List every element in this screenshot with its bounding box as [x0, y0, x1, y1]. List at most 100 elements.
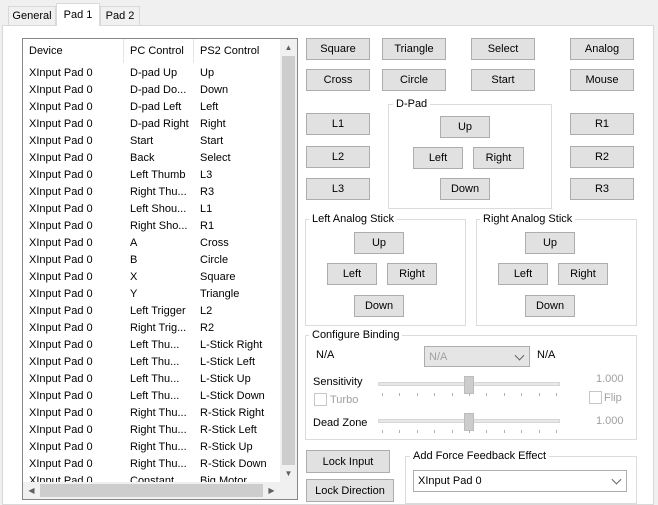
bindings-list[interactable]: Device PC Control PS2 Control XInput Pad… [22, 38, 298, 500]
mouse-button[interactable]: Mouse [570, 69, 634, 91]
list-item[interactable]: XInput Pad 0 Right Trig... R2 [23, 320, 278, 337]
lock-direction-button[interactable]: Lock Direction [306, 479, 394, 502]
cross-button[interactable]: Cross [306, 69, 370, 91]
sensitivity-slider[interactable] [464, 376, 474, 394]
pc-control-cell: Right Thu... [130, 186, 187, 198]
l2-button[interactable]: L2 [306, 146, 370, 168]
tab-general[interactable]: General [8, 6, 56, 25]
list-item[interactable]: XInput Pad 0 Left Thu... L-Stick Down [23, 388, 278, 405]
ps2-control-cell: L-Stick Left [200, 356, 256, 368]
select-button[interactable]: Select [471, 38, 535, 60]
ps2-control-cell: Left [200, 101, 219, 113]
pc-control-cell: Right Thu... [130, 441, 187, 453]
turbo-checkbox[interactable] [314, 393, 327, 406]
list-item[interactable]: XInput Pad 0 B Circle [23, 252, 278, 269]
triangle-button[interactable]: Triangle [382, 38, 446, 60]
list-item[interactable]: XInput Pad 0 Left Thu... L-Stick Left [23, 354, 278, 371]
deadzone-slider[interactable] [464, 413, 474, 431]
right-stick-up-button[interactable]: Up [525, 232, 575, 254]
flip-checkbox[interactable] [589, 391, 602, 404]
dpad-up-button[interactable]: Up [440, 116, 490, 138]
ps2-control-cell: Triangle [200, 288, 240, 300]
scroll-thumb[interactable] [282, 56, 295, 465]
left-stick-up-button[interactable]: Up [354, 232, 404, 254]
device-cell: XInput Pad 0 [29, 407, 93, 419]
list-item[interactable]: XInput Pad 0 Left Thu... L-Stick Right [23, 337, 278, 354]
device-cell: XInput Pad 0 [29, 373, 93, 385]
device-cell: XInput Pad 0 [29, 390, 93, 402]
list-item[interactable]: XInput Pad 0 Right Thu... R-Stick Up [23, 439, 278, 456]
list-item[interactable]: XInput Pad 0 Left Thu... L-Stick Up [23, 371, 278, 388]
horizontal-scrollbar[interactable]: ◀ ▶ [23, 482, 280, 499]
list-item[interactable]: XInput Pad 0 X Square [23, 269, 278, 286]
square-button[interactable]: Square [306, 38, 370, 60]
start-button[interactable]: Start [471, 69, 535, 91]
column-header-ps2-control[interactable]: PS2 Control [194, 39, 278, 63]
l3-button[interactable]: L3 [306, 178, 370, 200]
device-cell: XInput Pad 0 [29, 305, 93, 317]
left-stick-left-button[interactable]: Left [327, 263, 377, 285]
list-item[interactable]: XInput Pad 0 Right Thu... R3 [23, 184, 278, 201]
list-item[interactable]: XInput Pad 0 D-pad Do... Down [23, 82, 278, 99]
list-item[interactable]: XInput Pad 0 D-pad Left Left [23, 99, 278, 116]
dpad-down-button[interactable]: Down [440, 178, 490, 200]
slider-tick [486, 430, 488, 433]
scroll-corner [280, 482, 297, 499]
r3-button[interactable]: R3 [570, 178, 634, 200]
list-item[interactable]: XInput Pad 0 Right Sho... R1 [23, 218, 278, 235]
binding-combo[interactable]: N/A [424, 346, 530, 367]
right-stick-right-button[interactable]: Right [558, 263, 608, 285]
circle-button[interactable]: Circle [382, 69, 446, 91]
list-item[interactable]: XInput Pad 0 Left Shou... L1 [23, 201, 278, 218]
binding-combo-value: N/A [429, 350, 448, 363]
slider-tick [503, 393, 505, 396]
list-item[interactable]: XInput Pad 0 Back Select [23, 150, 278, 167]
tab-pad-1[interactable]: Pad 1 [56, 3, 100, 26]
pc-control-cell: D-pad Right [130, 118, 189, 130]
left-stick-right-button[interactable]: Right [387, 263, 437, 285]
list-item[interactable]: XInput Pad 0 D-pad Right Right [23, 116, 278, 133]
column-header-pc-control[interactable]: PC Control [124, 39, 194, 63]
list-item[interactable]: XInput Pad 0 Right Thu... R-Stick Down [23, 456, 278, 473]
analog-button[interactable]: Analog [570, 38, 634, 60]
list-item[interactable]: XInput Pad 0 Start Start [23, 133, 278, 150]
device-cell: XInput Pad 0 [29, 458, 93, 470]
lock-input-button[interactable]: Lock Input [306, 450, 390, 473]
slider-tick [556, 393, 557, 396]
list-item[interactable]: XInput Pad 0 Right Thu... R-Stick Left [23, 422, 278, 439]
pc-control-cell: Left Thu... [130, 373, 180, 385]
vertical-scrollbar[interactable]: ▲ ▼ [280, 39, 297, 482]
dpad-left-button[interactable]: Left [413, 147, 463, 169]
list-item[interactable]: XInput Pad 0 Left Trigger L2 [23, 303, 278, 320]
pc-control-cell: Right Thu... [130, 407, 187, 419]
list-item[interactable]: XInput Pad 0 A Cross [23, 235, 278, 252]
slider-tick [538, 393, 540, 396]
flip-label: Flip [604, 392, 622, 404]
pc-control-cell: Left Thu... [130, 356, 180, 368]
tab-pad-2[interactable]: Pad 2 [100, 6, 140, 25]
list-item[interactable]: XInput Pad 0 Left Thumb L3 [23, 167, 278, 184]
r1-button[interactable]: R1 [570, 113, 634, 135]
list-item[interactable]: XInput Pad 0 Right Thu... R-Stick Right [23, 405, 278, 422]
right-stick-down-button[interactable]: Down [525, 295, 575, 317]
pc-control-cell: Left Trigger [130, 305, 186, 317]
right-stick-left-button[interactable]: Left [498, 263, 548, 285]
list-item[interactable]: XInput Pad 0 Y Triangle [23, 286, 278, 303]
device-cell: XInput Pad 0 [29, 186, 93, 198]
r2-button[interactable]: R2 [570, 146, 634, 168]
device-cell: XInput Pad 0 [29, 169, 93, 181]
scroll-down-icon[interactable]: ▼ [280, 465, 297, 482]
column-header-device[interactable]: Device [23, 39, 124, 63]
ps2-control-cell: R-Stick Down [200, 458, 267, 470]
list-item[interactable]: XInput Pad 0 D-pad Up Up [23, 65, 278, 82]
l1-button[interactable]: L1 [306, 113, 370, 135]
scroll-thumb[interactable] [40, 484, 263, 497]
force-feedback-device-select[interactable]: XInput Pad 0 [413, 470, 627, 492]
dpad-right-button[interactable]: Right [473, 147, 524, 169]
pc-control-cell: D-pad Up [130, 67, 178, 79]
scroll-up-icon[interactable]: ▲ [280, 39, 297, 56]
ps2-control-cell: L1 [200, 203, 213, 215]
left-stick-down-button[interactable]: Down [354, 295, 404, 317]
scroll-left-icon[interactable]: ◀ [23, 482, 40, 499]
scroll-right-icon[interactable]: ▶ [263, 482, 280, 499]
